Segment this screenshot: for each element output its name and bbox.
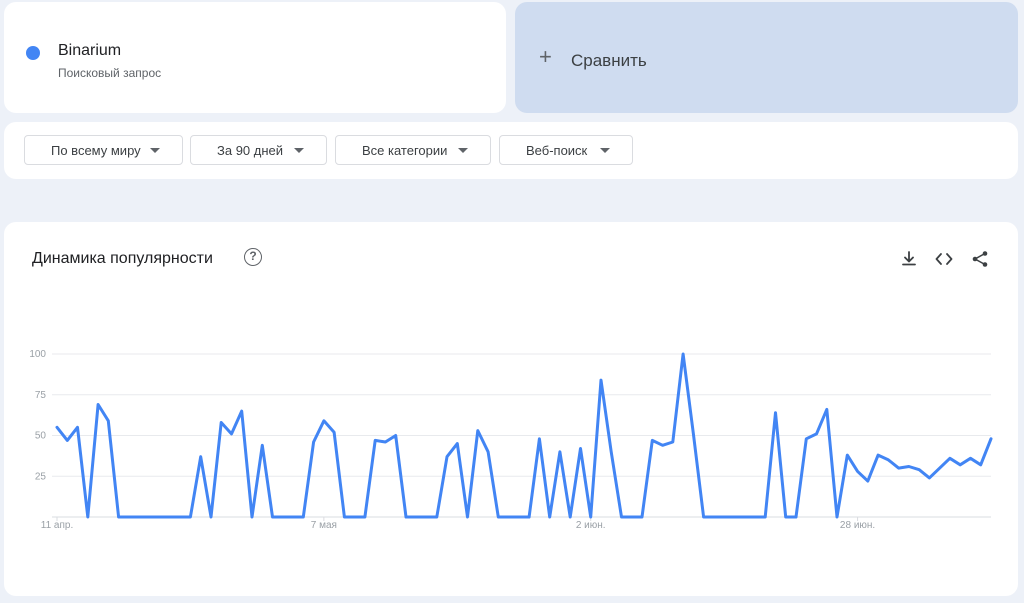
series-color-dot-icon <box>26 46 40 60</box>
caret-down-icon <box>294 148 304 153</box>
period-filter-dropdown[interactable]: За 90 дней <box>190 135 327 165</box>
region-filter-dropdown[interactable]: По всему миру <box>24 135 183 165</box>
caret-down-icon <box>600 148 610 153</box>
plus-icon: + <box>539 44 552 69</box>
category-filter-dropdown[interactable]: Все категории <box>335 135 491 165</box>
y-tick-label: 100 <box>29 349 46 360</box>
y-tick-label: 75 <box>35 390 47 401</box>
x-tick-label: 28 июн. <box>840 520 875 531</box>
search-type-filter-dropdown[interactable]: Веб-поиск <box>499 135 633 165</box>
search-term-card: Binarium Поисковый запрос <box>4 2 506 113</box>
y-tick-label: 25 <box>35 471 47 482</box>
y-axis-ticks: 25 50 75 100 <box>29 349 46 482</box>
x-tick-label: 2 июн. <box>576 520 606 531</box>
interest-over-time-card: Динамика популярности ? 25 50 75 100 11 апр… <box>4 222 1018 596</box>
search-term-name[interactable]: Binarium <box>58 42 121 60</box>
caret-down-icon <box>458 148 468 153</box>
search-type-filter-label: Веб-поиск <box>526 142 588 158</box>
compare-label: Сравнить <box>571 51 647 70</box>
compare-button[interactable]: + Сравнить <box>515 2 1018 113</box>
x-tick-label: 7 мая <box>311 520 337 531</box>
chart-gridlines <box>52 353 991 518</box>
y-tick-label: 50 <box>35 431 47 442</box>
x-axis-ticks: 11 апр. 7 мая 2 июн. 28 июн. <box>41 517 875 531</box>
search-term-subtitle: Поисковый запрос <box>58 66 162 80</box>
filter-bar: По всему миру За 90 дней Все категории В… <box>4 122 1018 179</box>
x-tick-label: 11 апр. <box>41 520 73 531</box>
region-filter-label: По всему миру <box>51 142 141 158</box>
caret-down-icon <box>150 148 160 153</box>
period-filter-label: За 90 дней <box>217 142 284 158</box>
line-chart: 25 50 75 100 11 апр. 7 мая 2 июн. 28 июн. <box>29 349 993 531</box>
category-filter-label: Все категории <box>362 142 448 158</box>
